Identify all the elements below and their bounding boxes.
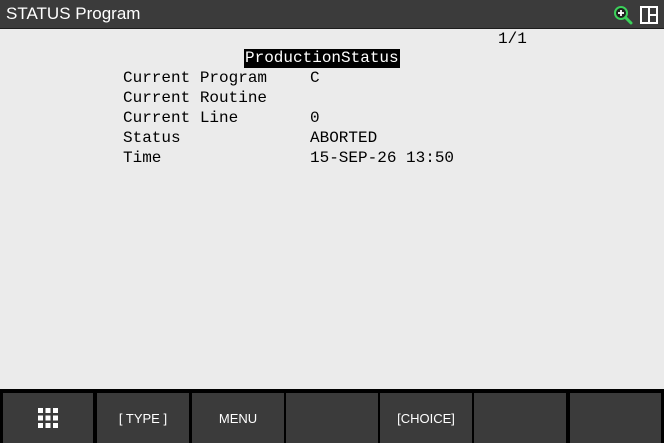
menu-grid-button[interactable] xyxy=(3,393,93,443)
title-bar: STATUS Program xyxy=(0,0,664,29)
field-label: Time xyxy=(123,149,162,167)
field-value: C xyxy=(310,69,320,87)
teach-pendant-screen: STATUS Program 1/1 ProductionStatus Curr… xyxy=(0,0,664,443)
f4-choice-button[interactable]: [CHOICE] xyxy=(380,393,472,443)
field-label: Status xyxy=(123,129,181,147)
field-value: 0 xyxy=(310,109,320,127)
page-indicator: 1/1 xyxy=(498,30,527,48)
f6-button[interactable] xyxy=(570,393,661,443)
section-title: ProductionStatus xyxy=(244,49,400,68)
f3-button[interactable] xyxy=(286,393,378,443)
screen-layout-icon[interactable] xyxy=(640,6,658,24)
function-key-bar: [ TYPE ] MENU [CHOICE] xyxy=(0,389,664,443)
field-label: Current Program xyxy=(123,69,268,87)
f5-button[interactable] xyxy=(474,393,566,443)
field-value: 15-SEP-26 13:50 xyxy=(310,149,455,167)
f1-type-button[interactable]: [ TYPE ] xyxy=(97,393,189,443)
field-value: ABORTED xyxy=(310,129,378,147)
status-content: 1/1 ProductionStatus Current Program C C… xyxy=(0,29,664,389)
grid-menu-icon xyxy=(38,408,58,428)
window-title: STATUS Program xyxy=(6,4,141,23)
zoom-in-icon[interactable] xyxy=(613,5,633,25)
f2-menu-button[interactable]: MENU xyxy=(192,393,284,443)
field-label: Current Routine xyxy=(123,89,268,107)
field-label: Current Line xyxy=(123,109,239,127)
